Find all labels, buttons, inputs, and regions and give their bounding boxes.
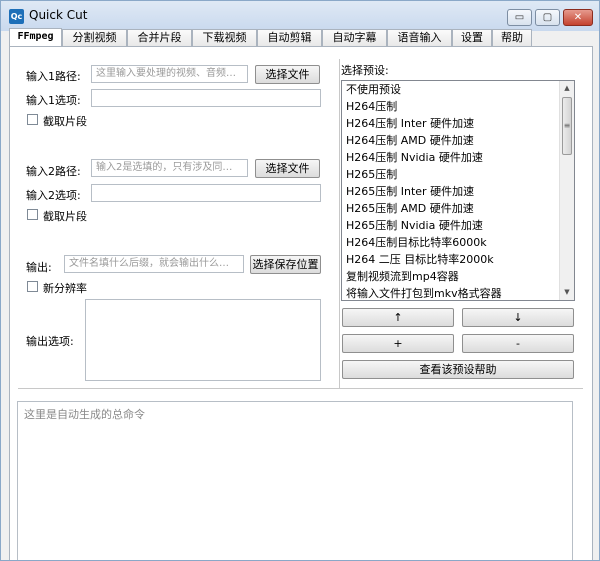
tab-voice-input[interactable]: 语音输入 xyxy=(387,29,452,46)
input1-clip-label: 截取片段 xyxy=(43,115,87,128)
maximize-button[interactable]: ▢ xyxy=(535,9,560,26)
preset-move-down-button[interactable]: ↓ xyxy=(462,308,574,327)
preset-item[interactable]: H264压制 Inter 硬件加速 xyxy=(342,115,574,132)
title-bar[interactable]: Qc Quick Cut ▭ ▢ ✕ xyxy=(1,1,599,31)
input1-options-label: 输入1选项: xyxy=(26,94,81,107)
preset-item[interactable]: H265压制 AMD 硬件加速 xyxy=(342,200,574,217)
new-resolution-label: 新分辨率 xyxy=(43,282,87,295)
preset-item[interactable]: H264压制 Nvidia 硬件加速 xyxy=(342,149,574,166)
preset-item[interactable]: 将输入文件打包到mkv格式容器 xyxy=(342,285,574,300)
input1-path-field[interactable]: 这里输入要处理的视频、音频… xyxy=(91,65,248,83)
input1-select-file-button[interactable]: 选择文件 xyxy=(255,65,320,84)
tab-bar: FFmpeg 分割视频 合并片段 下载视频 自动剪辑 自动字幕 语音输入 设置 … xyxy=(9,28,597,47)
output-label: 输出: xyxy=(26,261,52,274)
input2-path-label: 输入2路径: xyxy=(26,165,81,178)
scroll-up-arrow-icon[interactable]: ▲ xyxy=(560,81,574,96)
close-button[interactable]: ✕ xyxy=(563,9,593,26)
minimize-button[interactable]: ▭ xyxy=(507,9,532,26)
preset-item[interactable]: H265压制 Inter 硬件加速 xyxy=(342,183,574,200)
output-save-location-button[interactable]: 选择保存位置 xyxy=(250,255,321,274)
preset-item[interactable]: 不使用预设 xyxy=(342,81,574,98)
input1-clip-checkbox[interactable] xyxy=(27,114,38,125)
tab-auto-edit[interactable]: 自动剪辑 xyxy=(257,29,322,46)
preset-item[interactable]: H265压制 Nvidia 硬件加速 xyxy=(342,217,574,234)
scroll-thumb[interactable]: ≡ xyxy=(562,97,572,155)
preset-item[interactable]: H265压制 xyxy=(342,166,574,183)
scroll-down-arrow-icon[interactable]: ▼ xyxy=(560,285,574,300)
preset-item[interactable]: H264压制 xyxy=(342,98,574,115)
preset-item[interactable]: H264压制 AMD 硬件加速 xyxy=(342,132,574,149)
horizontal-divider xyxy=(18,388,583,390)
preset-move-up-button[interactable]: ↑ xyxy=(342,308,454,327)
preset-item[interactable]: 复制视频流到mp4容器 xyxy=(342,268,574,285)
preset-item[interactable]: H264压制目标比特率6000k xyxy=(342,234,574,251)
window-title: Quick Cut xyxy=(29,8,88,22)
preset-item[interactable]: H264 二压 目标比特率2000k xyxy=(342,251,574,268)
input2-clip-label: 截取片段 xyxy=(43,210,87,223)
tab-download-video[interactable]: 下载视频 xyxy=(192,29,257,46)
tab-split-video[interactable]: 分割视频 xyxy=(62,29,127,46)
new-resolution-checkbox[interactable] xyxy=(27,281,38,292)
app-icon: Qc xyxy=(9,9,24,24)
tab-auto-subtitle[interactable]: 自动字幕 xyxy=(322,29,387,46)
ffmpeg-panel: 输入1路径: 这里输入要处理的视频、音频… 选择文件 输入1选项: 截取片段 输… xyxy=(9,46,593,560)
output-options-label: 输出选项: xyxy=(26,335,74,348)
command-textarea[interactable]: 这里是自动生成的总命令 xyxy=(17,401,573,560)
preset-list-scrollbar[interactable]: ▲ ≡ ▼ xyxy=(559,81,574,300)
tab-help[interactable]: 帮助 xyxy=(492,29,532,46)
input2-options-label: 输入2选项: xyxy=(26,189,81,202)
preset-list[interactable]: 不使用预设 H264压制 H264压制 Inter 硬件加速 H264压制 AM… xyxy=(341,80,575,301)
tab-ffmpeg[interactable]: FFmpeg xyxy=(9,28,62,47)
input2-path-field[interactable]: 输入2是选填的，只有涉及同… xyxy=(91,159,248,177)
preset-add-button[interactable]: + xyxy=(342,334,454,353)
tab-merge-clips[interactable]: 合并片段 xyxy=(127,29,192,46)
input2-clip-checkbox[interactable] xyxy=(27,209,38,220)
app-window: Qc Quick Cut ▭ ▢ ✕ FFmpeg 分割视频 合并片段 下载视频… xyxy=(0,0,600,561)
tab-settings[interactable]: 设置 xyxy=(452,29,492,46)
output-options-field[interactable] xyxy=(85,299,321,381)
input2-options-field[interactable] xyxy=(91,184,321,202)
preset-help-button[interactable]: 查看该预设帮助 xyxy=(342,360,574,379)
output-path-field[interactable]: 文件名填什么后缀，就会输出什么… xyxy=(64,255,244,273)
preset-label: 选择预设: xyxy=(341,64,389,77)
input1-path-label: 输入1路径: xyxy=(26,70,81,83)
input1-options-field[interactable] xyxy=(91,89,321,107)
preset-remove-button[interactable]: - xyxy=(462,334,574,353)
input2-select-file-button[interactable]: 选择文件 xyxy=(255,159,320,178)
